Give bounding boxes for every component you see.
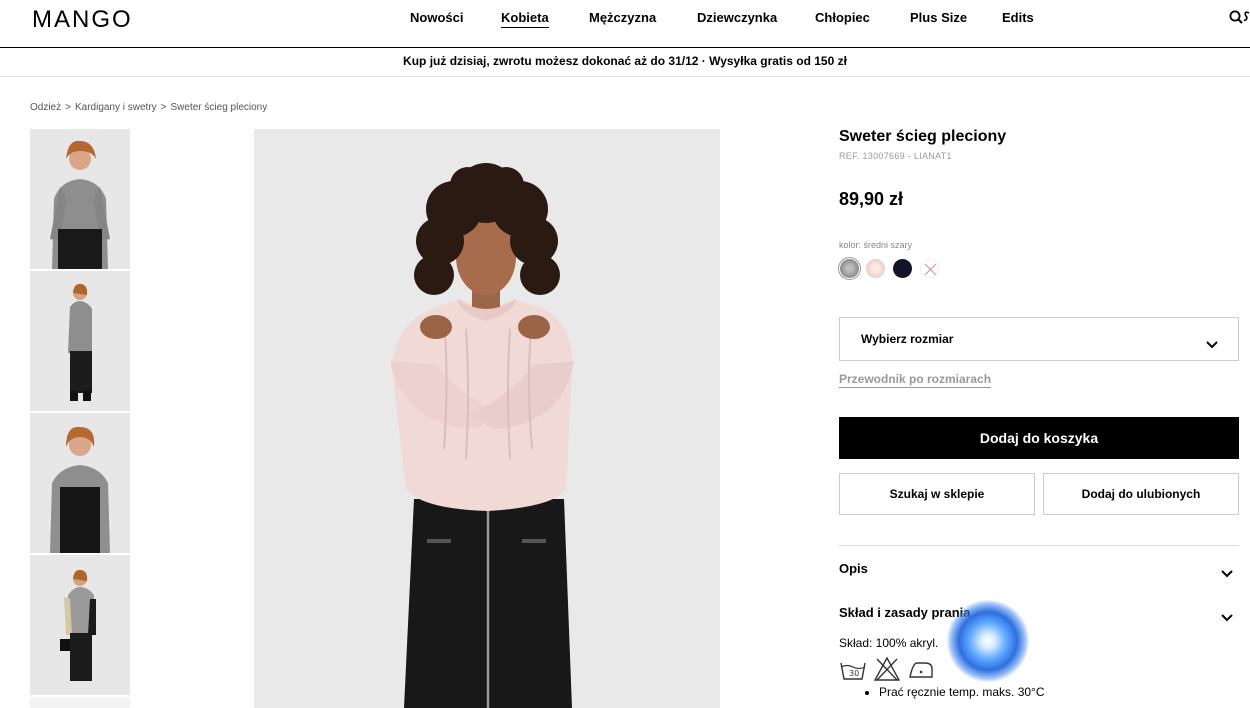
breadcrumb-item-kardigany[interactable]: Kardigany i swetry [75,102,157,113]
divider [839,545,1239,546]
swatch-pink[interactable] [866,259,885,278]
chevron-down-icon [1221,565,1233,578]
accordion-composition-label: Skład i zasady prania [839,605,971,620]
breadcrumb: Odzież > Kardigany i swetry > Sweter ścieg p… [30,102,267,113]
accordion-description[interactable]: Opis [839,559,1239,579]
main-product-image[interactable] [254,129,720,708]
nav-item-plus-size[interactable]: Plus Size [910,10,967,25]
care-list: Prać ręcznie temp. maks. 30°C [865,685,1045,699]
breadcrumb-separator: > [160,102,167,113]
size-select[interactable]: Wybierz rozmiar [839,317,1239,361]
swatch-unavailable[interactable] [920,259,939,278]
hand-wash-icon: 30 [839,655,867,688]
no-bleach-icon [873,655,901,688]
product-thumbnail[interactable] [30,413,130,553]
add-to-favorites-button[interactable]: Dodaj do ulubionych [1043,473,1239,515]
color-label: kolor: średni szary [839,240,913,250]
svg-text:30: 30 [849,669,859,678]
composition-text: Skład: 100% akryl. [839,636,939,650]
sparkle-burst-graphic [947,600,1029,682]
product-thumbnail[interactable] [30,697,130,708]
nav-item-mezczyzna[interactable]: Mężczyzna [589,10,656,25]
nav-item-dziewczynka[interactable]: Dziewczynka [697,10,777,25]
add-to-cart-button[interactable]: Dodaj do koszyka [839,417,1239,459]
product-thumbnail[interactable] [30,129,130,269]
chevron-down-icon [1221,609,1233,622]
nav-item-chlopiec[interactable]: Chłopiec [815,10,870,25]
product-title: Sweter ścieg pleciony [839,128,1007,145]
product-thumbnail[interactable] [30,555,130,695]
find-in-store-button[interactable]: Szukaj w sklepie [839,473,1035,515]
size-select-label: Wybierz rozmiar [861,332,954,346]
product-thumbnail[interactable] [30,271,130,411]
accordion-description-label: Opis [839,561,868,576]
size-guide-link[interactable]: Przewodnik po rozmiarach [839,372,992,388]
swatch-navy[interactable] [893,259,912,278]
promo-text: Kup już dzisiaj, zwrotu możesz dokonać a… [403,54,847,68]
accordion-composition[interactable]: Skład i zasady prania [839,603,1239,623]
product-panel: Sweter ścieg pleciony REF. 13007669 - LI… [839,128,1239,699]
mango-logo[interactable]: MANGO [32,6,133,34]
search-icon[interactable] [1228,9,1250,27]
chevron-down-icon [1206,336,1218,349]
product-ref: REF. 13007669 - LIANAT1 [839,151,952,161]
iron-icon [907,655,935,688]
site-header: MANGO Nowości Kobieta Mężczyzna Dziewczy… [0,0,1250,48]
care-list-item: Prać ręcznie temp. maks. 30°C [879,685,1045,699]
product-price: 89,90 zł [839,189,904,209]
unavailable-cross-icon [924,263,937,276]
nav-item-nowosci[interactable]: Nowości [410,10,463,25]
breadcrumb-item-current: Sweter ścieg pleciony [170,102,268,113]
care-icons: 30 [839,655,939,683]
nav-item-kobieta[interactable]: Kobieta [501,10,549,28]
swatch-grey[interactable] [840,259,859,278]
breadcrumb-separator: > [65,102,71,113]
nav-item-edits[interactable]: Edits [1002,10,1034,25]
promo-bar: Kup już dzisiaj, zwrotu możesz dokonać a… [0,48,1250,77]
breadcrumb-item-odziez[interactable]: Odzież [30,102,61,113]
